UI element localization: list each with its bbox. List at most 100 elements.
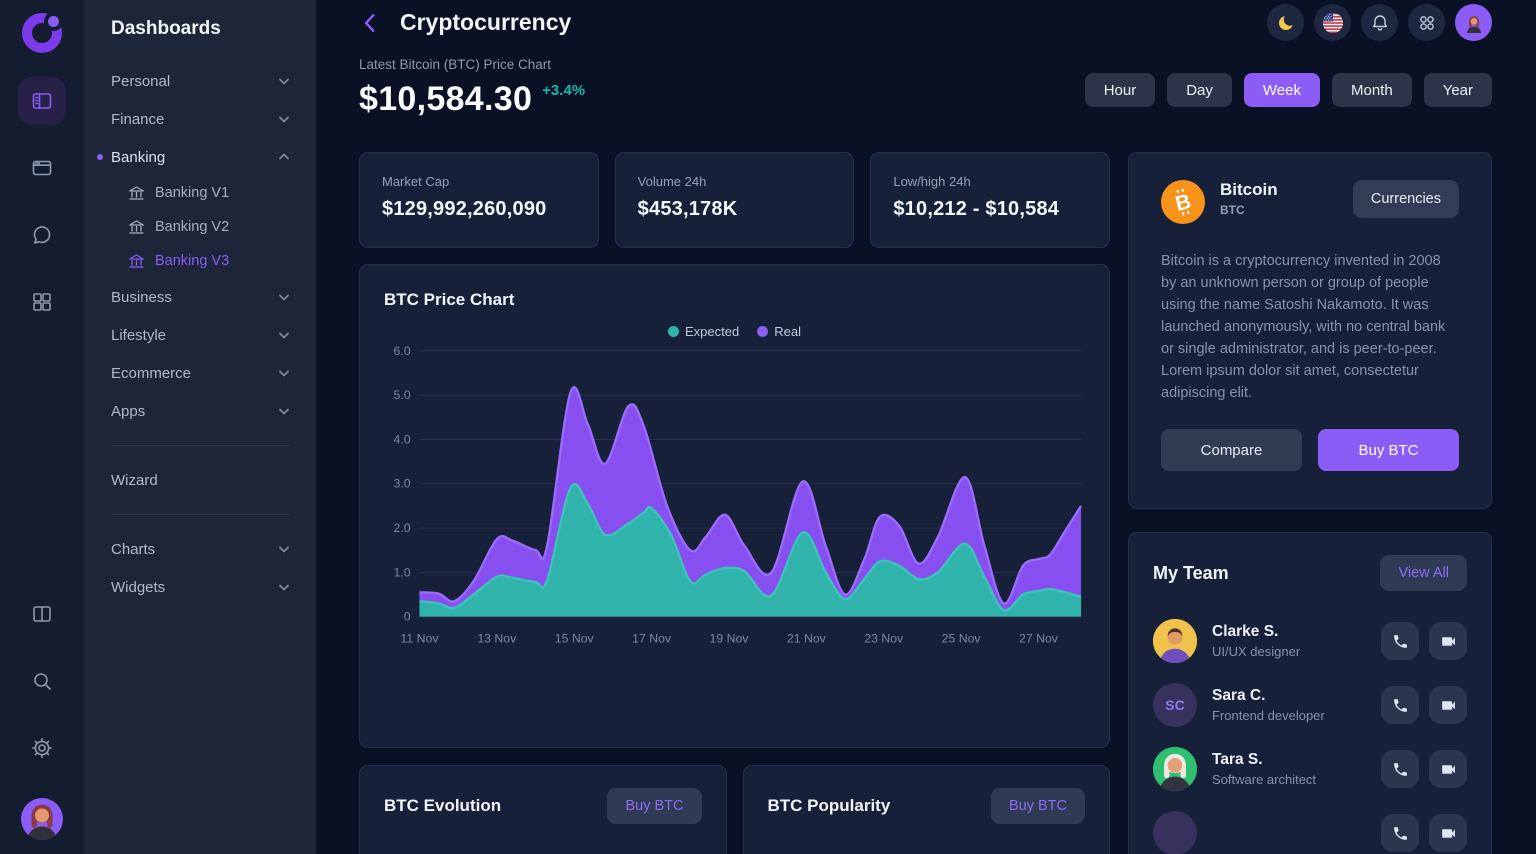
apps-icon[interactable] bbox=[1408, 4, 1445, 41]
call-button[interactable] bbox=[1381, 622, 1419, 660]
range-button-day[interactable]: Day bbox=[1167, 73, 1232, 107]
video-icon bbox=[1440, 697, 1457, 714]
chart-legend: Expected Real bbox=[384, 324, 1085, 339]
video-call-button[interactable] bbox=[1429, 622, 1467, 660]
range-button-week[interactable]: Week bbox=[1244, 73, 1320, 107]
call-button[interactable] bbox=[1381, 750, 1419, 788]
moon-icon[interactable] bbox=[1267, 4, 1304, 41]
btc-price: $10,584.30 bbox=[359, 80, 532, 119]
bank-icon bbox=[128, 253, 145, 270]
sidebar-item-label: Lifestyle bbox=[111, 327, 166, 344]
chevron-down-icon bbox=[278, 75, 290, 87]
stat-label: Low/high 24h bbox=[893, 174, 1087, 189]
chat-icon[interactable] bbox=[18, 211, 66, 259]
stat-label: Volume 24h bbox=[638, 174, 832, 189]
back-button[interactable] bbox=[359, 11, 381, 35]
chevron-down-icon bbox=[278, 367, 290, 379]
sidebar-item-personal[interactable]: Personal bbox=[111, 62, 290, 100]
currencies-button[interactable]: Currencies bbox=[1353, 180, 1459, 218]
phone-icon bbox=[1392, 633, 1409, 650]
legend-label: Expected bbox=[685, 324, 739, 339]
window-icon[interactable] bbox=[18, 144, 66, 192]
video-call-button[interactable] bbox=[1429, 814, 1467, 852]
team-title: My Team bbox=[1153, 563, 1229, 584]
video-call-button[interactable] bbox=[1429, 750, 1467, 788]
sidebar-item-ecommerce[interactable]: Ecommerce bbox=[111, 354, 290, 392]
range-button-hour[interactable]: Hour bbox=[1085, 73, 1156, 107]
video-icon bbox=[1440, 825, 1457, 842]
svg-text:15 Nov: 15 Nov bbox=[555, 631, 595, 645]
video-call-button[interactable] bbox=[1429, 686, 1467, 724]
svg-text:17 Nov: 17 Nov bbox=[632, 631, 672, 645]
chevron-down-icon bbox=[278, 291, 290, 303]
phone-icon bbox=[1392, 825, 1409, 842]
svg-text:4.0: 4.0 bbox=[393, 432, 410, 446]
sidebar-item-widgets[interactable]: Widgets bbox=[111, 568, 290, 606]
sidebar-item-wizard[interactable]: Wizard bbox=[111, 461, 290, 499]
bank-icon bbox=[128, 219, 145, 236]
team-list: Clarke S. UI/UX designer SC Sara C. Fron… bbox=[1153, 609, 1467, 854]
view-all-button[interactable]: View All bbox=[1380, 555, 1467, 591]
sidebar-layout-icon[interactable] bbox=[18, 77, 66, 125]
sidebar-subitem-banking-v2[interactable]: Banking V2 bbox=[111, 210, 290, 244]
rail-avatar[interactable] bbox=[21, 798, 63, 840]
price-chart-label: Latest Bitcoin (BTC) Price Chart bbox=[359, 57, 585, 72]
buy-btc-button-btc-evolution[interactable]: Buy BTC bbox=[607, 788, 701, 824]
columns-icon[interactable] bbox=[18, 590, 66, 638]
svg-text:19 Nov: 19 Nov bbox=[709, 631, 749, 645]
sidebar-subitem-banking-v3[interactable]: Banking V3 bbox=[111, 244, 290, 278]
search-icon[interactable] bbox=[18, 657, 66, 705]
gear-icon[interactable] bbox=[18, 724, 66, 772]
sidebar-secondary: Wizard bbox=[111, 461, 290, 499]
sidebar-item-label: Personal bbox=[111, 73, 170, 90]
bell-icon[interactable] bbox=[1361, 4, 1398, 41]
sidebar-item-banking[interactable]: Banking bbox=[111, 138, 290, 176]
avatar bbox=[1153, 619, 1197, 663]
range-buttons: Hour Day Week Month Year bbox=[1085, 73, 1492, 107]
chevron-down-icon bbox=[278, 113, 290, 125]
svg-text:0: 0 bbox=[404, 610, 411, 624]
us-flag-icon[interactable] bbox=[1314, 4, 1351, 41]
sidebar-item-label: Finance bbox=[111, 111, 164, 128]
range-button-year[interactable]: Year bbox=[1424, 73, 1492, 107]
svg-text:23 Nov: 23 Nov bbox=[864, 631, 904, 645]
compare-button[interactable]: Compare bbox=[1161, 429, 1302, 471]
chevron-down-icon bbox=[278, 581, 290, 593]
user-avatar[interactable] bbox=[1455, 4, 1492, 41]
svg-text:27 Nov: 27 Nov bbox=[1019, 631, 1059, 645]
app-logo[interactable] bbox=[22, 13, 62, 53]
sidebar-item-label: Widgets bbox=[111, 579, 165, 596]
buy-btc-button[interactable]: Buy BTC bbox=[1318, 429, 1459, 471]
sidebar-item-lifestyle[interactable]: Lifestyle bbox=[111, 316, 290, 354]
my-team-card: My Team View All Clarke S. UI/UX designe… bbox=[1128, 532, 1492, 854]
stat-card-market-cap: Market Cap $129,992,260,090 bbox=[359, 152, 599, 248]
team-member-row-sara-c: SC Sara C. Frontend developer bbox=[1153, 673, 1467, 737]
svg-text:11 Nov: 11 Nov bbox=[400, 631, 439, 645]
call-button[interactable] bbox=[1381, 814, 1419, 852]
stat-card-low-high-24h: Low/high 24h $10,212 - $10,584 bbox=[870, 152, 1110, 248]
sidebar-item-finance[interactable]: Finance bbox=[111, 100, 290, 138]
grid-icon[interactable] bbox=[18, 278, 66, 326]
sidebar-item-apps[interactable]: Apps bbox=[111, 392, 290, 430]
stat-label: Market Cap bbox=[382, 174, 576, 189]
stat-card-volume-24h: Volume 24h $453,178K bbox=[615, 152, 855, 248]
sidebar-item-charts[interactable]: Charts bbox=[111, 530, 290, 568]
sidebar-item-business[interactable]: Business bbox=[111, 278, 290, 316]
sidebar-subitem-label: Banking V1 bbox=[155, 185, 229, 201]
avatar: SC bbox=[1153, 683, 1197, 727]
call-button[interactable] bbox=[1381, 686, 1419, 724]
buy-btc-button-btc-popularity[interactable]: Buy BTC bbox=[991, 788, 1085, 824]
bitcoin-info-card: B Bitcoin BTC Currencies Bitcoin is a cr… bbox=[1128, 152, 1492, 509]
topbar: Cryptocurrency bbox=[359, 4, 1492, 41]
stat-value: $129,992,260,090 bbox=[382, 198, 576, 221]
sidebar-subitem-label: Banking V2 bbox=[155, 219, 229, 235]
sidebar-subitem-banking-v1[interactable]: Banking V1 bbox=[111, 176, 290, 210]
legend-label: Real bbox=[774, 324, 801, 339]
range-button-month[interactable]: Month bbox=[1332, 73, 1412, 107]
svg-text:25 Nov: 25 Nov bbox=[942, 631, 982, 645]
bottom-card-btc-evolution: BTC Evolution Buy BTC bbox=[359, 765, 727, 854]
avatar-initials: SC bbox=[1165, 697, 1184, 713]
chevron-up-icon bbox=[278, 151, 290, 163]
svg-text:3.0: 3.0 bbox=[393, 477, 410, 491]
member-role: UI/UX designer bbox=[1212, 644, 1300, 659]
